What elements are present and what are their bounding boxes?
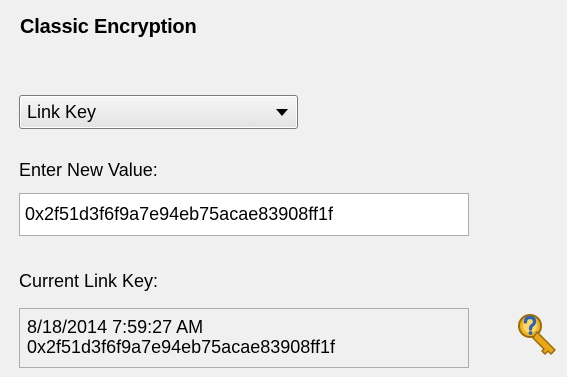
current-key-label: Current Link Key: (19, 271, 159, 291)
new-value-label: Enter New Value: (19, 160, 158, 180)
key-shaft (532, 331, 556, 355)
key-with-question-mark-icon[interactable] (513, 310, 561, 358)
question-mark-dot (528, 331, 533, 335)
current-key-display: 8/18/2014 7:59:27 AM 0x2f51d3f6f9a7e94eb… (19, 308, 469, 368)
classic-encryption-panel: Classic Encryption Link Key Enter New Va… (0, 0, 567, 377)
current-key-timestamp: 8/18/2014 7:59:27 AM (27, 317, 204, 337)
key-type-select[interactable]: Link Key (19, 95, 298, 129)
current-key-value: 0x2f51d3f6f9a7e94eb75acae83908ff1f (27, 337, 335, 357)
dropdown-arrow-icon (276, 109, 288, 116)
new-value-input[interactable] (19, 193, 469, 236)
key-type-selected-value: Link Key (27, 102, 97, 122)
section-title: Classic Encryption (20, 16, 197, 38)
